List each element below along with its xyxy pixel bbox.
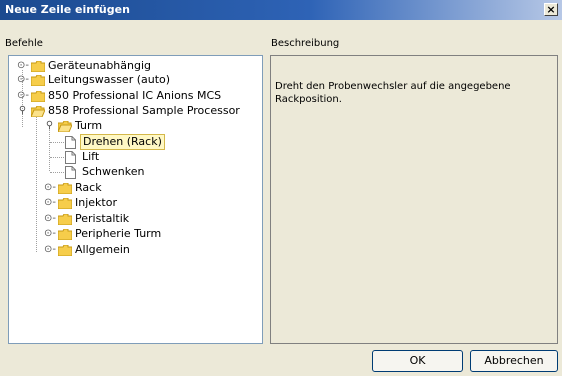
expand-icon[interactable]: ⊙-	[17, 59, 29, 73]
folder-icon	[58, 214, 72, 225]
folder-icon	[58, 229, 72, 240]
tree-item-label: Injektor	[75, 196, 117, 209]
document-icon	[65, 166, 76, 179]
document-icon	[65, 151, 76, 164]
close-button[interactable]: ×	[544, 3, 558, 16]
folder-icon	[58, 198, 72, 209]
tree-item-label: Leitungswasser (auto)	[48, 73, 171, 86]
open-folder-icon	[31, 106, 45, 117]
tree-connector	[36, 112, 37, 252]
expand-icon[interactable]: ⊙-	[44, 212, 56, 226]
expand-icon[interactable]: ⊙-	[17, 73, 29, 87]
expand-icon[interactable]: ⊙-	[44, 196, 56, 210]
tree-item-rack[interactable]: ⊙- Rack	[44, 181, 144, 195]
window-title: Neue Zeile einfügen	[5, 3, 130, 16]
expand-icon[interactable]: ⊙-	[44, 227, 56, 241]
description-text: Dreht den Probenwechsler auf die angegeb…	[275, 81, 511, 105]
tree-item-label: Rack	[75, 181, 102, 194]
tree-item-lift[interactable]: Lift	[65, 150, 145, 164]
tree-item-label: 850 Professional IC Anions MCS	[48, 89, 222, 102]
tree-item-label: Lift	[82, 150, 100, 163]
dialog-window: Neue Zeile einfügen × Befehle Beschreibu…	[0, 0, 562, 376]
tree-item-peristaltik[interactable]: ⊙- Peristaltik	[44, 212, 154, 226]
tree-item-injektor[interactable]: ⊙- Injektor	[44, 196, 144, 210]
close-icon: ×	[546, 3, 556, 16]
tree-connector	[50, 157, 64, 158]
ok-button[interactable]: OK	[372, 350, 463, 372]
tree-item-schwenken[interactable]: Schwenken	[65, 165, 175, 179]
tree-item-label: Schwenken	[82, 165, 145, 178]
tree-item-leitungswasser[interactable]: ⊙- Leitungswasser (auto)	[17, 73, 237, 87]
expand-icon[interactable]: ⊙-	[17, 89, 29, 103]
folder-icon	[31, 75, 45, 86]
tree-item-label: Turm	[75, 119, 103, 132]
tree-item-850-ic-anions[interactable]: ⊙- 850 Professional IC Anions MCS	[17, 89, 257, 103]
expand-icon[interactable]: ⊙-	[44, 243, 56, 257]
tree-item-label: Geräteunabhängig	[48, 59, 152, 72]
commands-label: Befehle	[5, 38, 43, 49]
tree-connector	[50, 142, 64, 143]
folder-icon	[31, 61, 45, 72]
open-folder-icon	[58, 121, 72, 132]
tree-item-label: Peristaltik	[75, 212, 130, 225]
tree-item-turm[interactable]: ⚲ Turm	[44, 119, 144, 133]
folder-icon	[58, 245, 72, 256]
document-icon	[65, 136, 76, 149]
tree-item-geraeteunabhaengig[interactable]: ⊙- Geräteunabhängig	[17, 59, 217, 73]
tree-item-label: Peripherie Turm	[75, 227, 162, 240]
tree-connector	[50, 172, 64, 173]
description-panel: Dreht den Probenwechsler auf die angegeb…	[270, 55, 558, 344]
command-tree[interactable]: ⊙- Geräteunabhängig ⊙- Leitungswasser (a…	[8, 55, 263, 344]
tree-item-label: Allgemein	[75, 243, 130, 256]
tree-item-drehen-rack[interactable]: Drehen (Rack)	[65, 134, 205, 150]
folder-icon	[58, 183, 72, 194]
tree-item-peripherie-turm[interactable]: ⊙- Peripherie Turm	[44, 227, 184, 241]
title-bar[interactable]: Neue Zeile einfügen ×	[0, 0, 562, 20]
tree-item-label: Drehen (Rack)	[80, 134, 165, 150]
expand-icon[interactable]: ⊙-	[44, 181, 56, 195]
tree-item-label: 858 Professional Sample Processor	[48, 104, 240, 117]
tree-item-allgemein[interactable]: ⊙- Allgemein	[44, 243, 154, 257]
description-label: Beschreibung	[271, 38, 340, 49]
collapse-icon[interactable]: ⚲	[44, 119, 55, 133]
cancel-button[interactable]: Abbrechen	[470, 350, 558, 372]
collapse-icon[interactable]: ⚲	[17, 104, 28, 118]
tree-item-858-sample-processor[interactable]: ⚲ 858 Professional Sample Processor	[17, 104, 262, 118]
folder-icon	[31, 91, 45, 102]
